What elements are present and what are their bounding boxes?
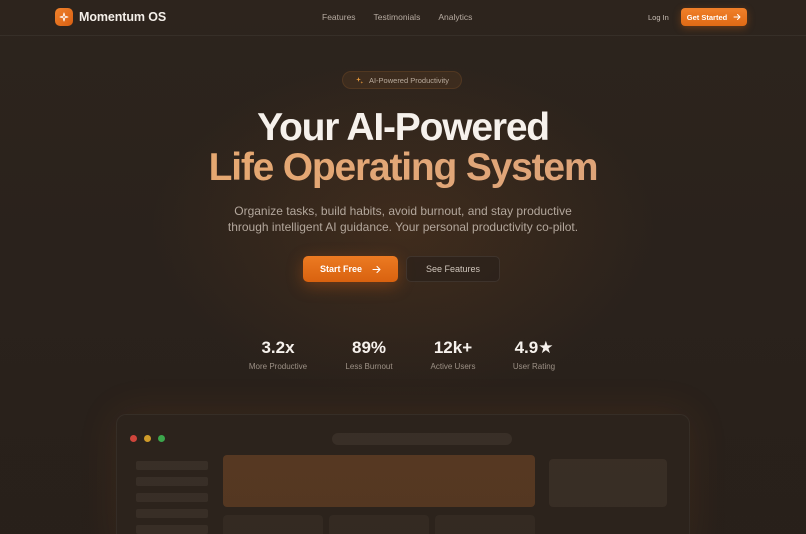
sidebar-placeholder [136,525,208,534]
arrow-right-icon [733,14,741,20]
mini-card-placeholder [435,515,535,534]
see-features-label: See Features [425,264,481,274]
sparkle-icon [55,8,73,26]
landing-page: Momentum OS Features Testimonials Analyt… [0,0,806,534]
nav-link-analytics[interactable]: Analytics [438,12,472,22]
app-preview [116,414,690,534]
stat-label: More Productive [248,362,308,371]
stat-value: 4.9★ [514,338,554,357]
login-link[interactable]: Log In [648,13,669,22]
top-nav: Momentum OS Features Testimonials Analyt… [0,0,806,36]
hero-title-line2: Life Operating System [0,146,806,190]
start-free-button[interactable]: Start Free [303,256,398,282]
stat-value: 3.2x [261,338,295,357]
window-maximize-dot [158,435,165,442]
window-minimize-dot [144,435,151,442]
stat-users: 12k+ Active Users [418,338,488,371]
get-started-button[interactable]: Get Started [681,8,747,26]
start-free-label: Start Free [319,264,363,274]
hero-badge: AI-Powered Productivity [342,71,462,89]
stat-value: 12k+ [433,338,473,357]
stat-label: Active Users [430,362,476,371]
stat-productivity: 3.2x More Productive [240,338,316,371]
nav-link-features[interactable]: Features [322,12,356,22]
stat-label: Less Burnout [345,362,393,371]
nav-links: Features Testimonials Analytics [322,12,472,22]
brand[interactable]: Momentum OS [55,8,166,26]
window-close-dot [130,435,137,442]
brand-name: Momentum OS [79,10,167,24]
sidebar-placeholder [136,509,208,518]
sidebar-placeholder [136,493,208,502]
mini-card-placeholder [223,515,323,534]
see-features-button[interactable]: See Features [406,256,500,282]
address-bar [332,433,512,445]
hero-badge-label: AI-Powered Productivity [368,75,450,85]
sidebar-placeholder [136,477,208,486]
sparkles-icon [355,76,364,84]
mini-card-placeholder [329,515,429,534]
main-card-placeholder [223,455,535,507]
get-started-label: Get Started [686,12,728,22]
side-card-placeholder [549,459,667,507]
hero-subtitle-line2: through intelligent AI guidance. Your pe… [227,220,579,234]
hero-title-line1: Your AI-Powered [257,106,550,149]
nav-link-testimonials[interactable]: Testimonials [374,12,421,22]
sidebar-placeholder [136,461,208,470]
stat-label: User Rating [512,362,556,371]
stat-rating: 4.9★ User Rating [500,338,568,371]
stat-value: 89% [351,338,387,357]
stat-burnout: 89% Less Burnout [332,338,406,371]
hero-subtitle-line1: Organize tasks, build habits, avoid burn… [234,204,572,218]
arrow-right-icon [372,265,381,273]
